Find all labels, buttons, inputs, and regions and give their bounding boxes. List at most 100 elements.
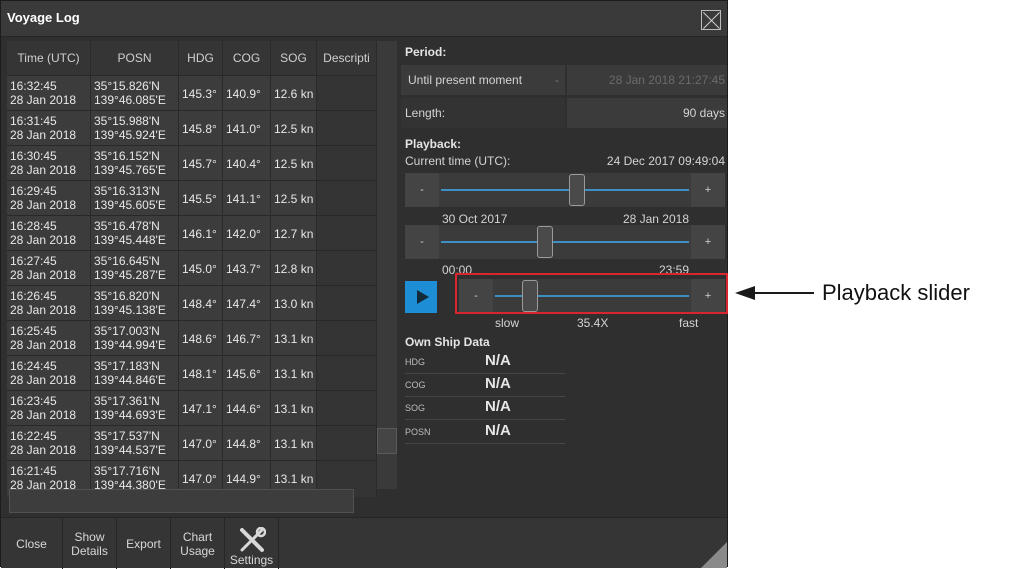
table-row[interactable]: 16:31:45 28 Jan 2018 35°15.988'N 139°45.924… bbox=[7, 110, 377, 147]
date-slider-plus-button[interactable]: + bbox=[691, 173, 725, 207]
cog-cell: 147.4° bbox=[223, 286, 271, 322]
sog-cell-sog: 12.5 kn bbox=[274, 192, 314, 206]
sog-cell: 12.5 kn bbox=[271, 181, 317, 217]
show-details-button[interactable]: Show Details bbox=[63, 518, 117, 569]
column-header[interactable]: HDG bbox=[179, 41, 223, 75]
time-slider-thumb[interactable] bbox=[537, 226, 554, 258]
own-ship-value: N/A bbox=[485, 422, 511, 439]
posn-cell: 35°16.478'N 139°45.448'E bbox=[91, 216, 179, 252]
period-mode-select[interactable]: Until present moment - bbox=[401, 65, 565, 95]
speed-value-label: 35.4X bbox=[577, 316, 609, 330]
cog-cell: 141.0° bbox=[223, 111, 271, 147]
time-cell-date: 28 Jan 2018 bbox=[10, 338, 77, 352]
posn-cell-lat: 35°15.826'N bbox=[94, 79, 160, 93]
cog-cell-cog: 141.0° bbox=[226, 122, 261, 136]
vertical-scrollbar[interactable] bbox=[377, 41, 397, 489]
sog-cell: 13.1 kn bbox=[271, 426, 317, 462]
own-ship-value: N/A bbox=[485, 352, 511, 369]
table-row[interactable]: 16:26:45 28 Jan 2018 35°16.820'N 139°45.138… bbox=[7, 285, 377, 322]
horizontal-scrollbar[interactable] bbox=[9, 489, 354, 513]
hdg-cell-hdg: 147.0° bbox=[182, 437, 217, 451]
vertical-scroll-thumb[interactable] bbox=[377, 428, 397, 454]
settings-label: Settings bbox=[229, 553, 274, 567]
time-cell-time: 16:29:45 bbox=[10, 184, 57, 198]
table-row[interactable]: 16:28:45 28 Jan 2018 35°16.478'N 139°45.448… bbox=[7, 215, 377, 252]
date-slider-track[interactable] bbox=[441, 189, 689, 191]
time-cell-time: 16:23:45 bbox=[10, 394, 57, 408]
table-row[interactable]: 16:23:45 28 Jan 2018 35°17.361'N 139°44.693… bbox=[7, 390, 377, 427]
hdg-cell-hdg: 145.8° bbox=[182, 122, 217, 136]
table-row[interactable]: 16:27:45 28 Jan 2018 35°16.645'N 139°45.287… bbox=[7, 250, 377, 287]
posn-cell-lat: 35°17.003'N bbox=[94, 324, 160, 338]
cog-cell-cog: 144.6° bbox=[226, 402, 261, 416]
hdg-cell-hdg: 148.6° bbox=[182, 332, 217, 346]
cog-cell: 142.0° bbox=[223, 216, 271, 252]
date-slider-thumb[interactable] bbox=[569, 174, 586, 206]
time-cell: 16:30:45 28 Jan 2018 bbox=[7, 146, 91, 182]
posn-cell: 35°16.820'N 139°45.138'E bbox=[91, 286, 179, 322]
posn-cell: 35°16.152'N 139°45.765'E bbox=[91, 146, 179, 182]
close-window-icon[interactable] bbox=[701, 10, 721, 30]
table-row[interactable]: 16:32:45 28 Jan 2018 35°15.826'N 139°46.085… bbox=[7, 75, 377, 112]
table-row[interactable]: 16:24:45 28 Jan 2018 35°17.183'N 139°44.846… bbox=[7, 355, 377, 392]
posn-cell-lat: 35°16.645'N bbox=[94, 254, 160, 268]
time-cell-date: 28 Jan 2018 bbox=[10, 303, 77, 317]
time-cell-time: 16:32:45 bbox=[10, 79, 57, 93]
time-cell-time: 16:25:45 bbox=[10, 324, 57, 338]
sog-cell-sog: 12.6 kn bbox=[274, 87, 314, 101]
table-row[interactable]: 16:25:45 28 Jan 2018 35°17.003'N 139°44.994… bbox=[7, 320, 377, 357]
time-slider-track[interactable] bbox=[441, 241, 689, 243]
time-cell: 16:29:45 28 Jan 2018 bbox=[7, 181, 91, 217]
time-cell: 16:24:45 28 Jan 2018 bbox=[7, 356, 91, 392]
settings-button[interactable]: Settings bbox=[225, 518, 279, 569]
period-end-time: 28 Jan 2018 21:27:45 bbox=[608, 73, 725, 87]
column-header[interactable]: POSN bbox=[91, 41, 179, 75]
table-row[interactable]: 16:29:45 28 Jan 2018 35°16.313'N 139°45.605… bbox=[7, 180, 377, 217]
own-ship-divider bbox=[405, 396, 565, 397]
export-button[interactable]: Export bbox=[117, 518, 171, 569]
description-cell bbox=[317, 356, 377, 392]
sog-cell-sog: 12.5 kn bbox=[274, 122, 314, 136]
period-end-field: 28 Jan 2018 21:27:45 bbox=[567, 65, 727, 95]
period-mode-value: Until present moment bbox=[408, 73, 523, 87]
sog-cell: 13.0 kn bbox=[271, 286, 317, 322]
time-slider-minus-button[interactable]: - bbox=[405, 225, 439, 259]
date-slider-max-label: 28 Jan 2018 bbox=[622, 212, 689, 226]
table-row[interactable]: 16:30:45 28 Jan 2018 35°16.152'N 139°45.765… bbox=[7, 145, 377, 182]
time-cell-date: 28 Jan 2018 bbox=[10, 93, 77, 107]
posn-cell-lat: 35°17.537'N bbox=[94, 429, 160, 443]
posn-cell: 35°15.826'N 139°46.085'E bbox=[91, 76, 179, 112]
chart-usage-button[interactable]: Chart Usage bbox=[171, 518, 225, 569]
posn-cell-lat: 35°16.313'N bbox=[94, 184, 160, 198]
hdg-cell-hdg: 145.7° bbox=[182, 157, 217, 171]
sog-cell: 13.1 kn bbox=[271, 321, 317, 357]
play-button[interactable] bbox=[405, 281, 437, 313]
cog-cell-cog: 142.0° bbox=[226, 227, 261, 241]
bottom-toolbar: Close Show Details Export Chart Usage Se… bbox=[1, 517, 727, 569]
length-field[interactable]: 90 days bbox=[567, 98, 727, 128]
date-slider[interactable]: - + bbox=[405, 173, 725, 207]
own-ship-divider bbox=[405, 373, 565, 374]
posn-cell-lon: 139°44.994'E bbox=[94, 338, 166, 352]
table-row[interactable]: 16:22:45 28 Jan 2018 35°17.537'N 139°44.537… bbox=[7, 425, 377, 462]
posn-cell-lat: 35°16.152'N bbox=[94, 149, 160, 163]
resize-grip-icon[interactable] bbox=[701, 542, 727, 568]
time-slider[interactable]: - + bbox=[405, 225, 725, 259]
posn-cell-lon: 139°44.537'E bbox=[94, 443, 166, 457]
column-header[interactable]: COG bbox=[223, 41, 271, 75]
close-button[interactable]: Close bbox=[1, 518, 63, 569]
posn-cell-lon: 139°46.085'E bbox=[94, 93, 166, 107]
date-slider-minus-button[interactable]: - bbox=[405, 173, 439, 207]
time-cell: 16:27:45 28 Jan 2018 bbox=[7, 251, 91, 287]
sog-cell: 12.6 kn bbox=[271, 76, 317, 112]
time-slider-plus-button[interactable]: + bbox=[691, 225, 725, 259]
time-cell-date: 28 Jan 2018 bbox=[10, 163, 77, 177]
current-time-value: 24 Dec 2017 09:49:04 bbox=[606, 154, 725, 168]
column-header[interactable]: Time (UTC) bbox=[7, 41, 91, 75]
own-ship-divider bbox=[405, 419, 565, 420]
cog-cell: 143.7° bbox=[223, 251, 271, 287]
column-header[interactable]: Descripti bbox=[317, 41, 377, 75]
sog-cell-sog: 12.5 kn bbox=[274, 157, 314, 171]
posn-cell-lon: 139°45.765'E bbox=[94, 163, 166, 177]
column-header[interactable]: SOG bbox=[271, 41, 317, 75]
